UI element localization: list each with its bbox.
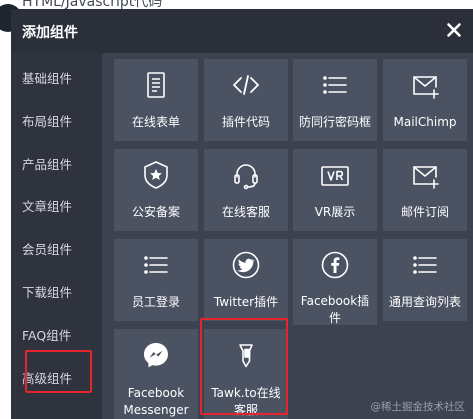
vr-icon <box>319 159 351 191</box>
widget-police-record[interactable]: 公安备案 <box>114 149 198 231</box>
watermark: @稀土掘金技术社区 <box>370 401 466 413</box>
widget-password-box[interactable]: 防同行密码框 <box>293 59 377 141</box>
widget-label: 通用查询列表 <box>388 295 461 309</box>
police-badge-icon <box>140 159 172 191</box>
headset-icon <box>230 159 262 191</box>
widget-label: VR展示 <box>314 205 356 219</box>
tawk-to-highlight <box>200 318 288 415</box>
widget-label: 插件代码 <box>221 115 270 129</box>
widget-label: Facebook Messenger <box>123 386 189 417</box>
widget-label: Twitter插件 <box>213 295 279 309</box>
close-icon <box>447 23 461 37</box>
widget-online-service[interactable]: 在线客服 <box>204 149 288 231</box>
widget-label: Facebook插件 <box>300 294 370 325</box>
dialog-title: 添加组件 <box>22 25 78 41</box>
widget-general-query-list[interactable]: 通用查询列表 <box>383 239 467 321</box>
sidebar-item-basic[interactable]: 基础组件 <box>11 59 102 99</box>
messenger-icon <box>140 339 172 371</box>
sidebar-item-article[interactable]: 文章组件 <box>11 187 102 227</box>
sidebar-item-download[interactable]: 下载组件 <box>11 273 102 313</box>
twitter-icon <box>230 249 262 281</box>
widget-label: 员工登录 <box>131 295 180 309</box>
widget-label: 在线客服 <box>221 205 270 219</box>
widget-facebook-plugin[interactable]: Facebook插件 <box>293 239 377 325</box>
widget-label: 公安备案 <box>131 205 180 219</box>
list-icon <box>409 249 441 281</box>
widget-online-form[interactable]: 在线表单 <box>114 59 198 141</box>
list-icon <box>319 69 351 101</box>
widget-label: 防同行密码框 <box>298 115 371 129</box>
widget-label: MailChimp <box>393 115 457 129</box>
sidebar-advanced-highlight <box>25 350 92 393</box>
mail-plus-icon <box>409 159 441 191</box>
widget-twitter-plugin[interactable]: Twitter插件 <box>204 239 288 321</box>
code-icon <box>230 69 262 101</box>
dialog-header: 添加组件 <box>11 9 473 53</box>
sidebar-item-product[interactable]: 产品组件 <box>11 145 102 185</box>
widget-plugin-code[interactable]: 插件代码 <box>204 59 288 141</box>
close-button[interactable] <box>441 17 467 43</box>
form-icon <box>140 69 172 101</box>
mail-plus-icon <box>409 69 441 101</box>
widget-facebook-messenger[interactable]: Facebook Messenger <box>114 329 198 419</box>
widget-label: 在线表单 <box>131 115 180 129</box>
widget-vr-display[interactable]: VR展示 <box>293 149 377 231</box>
sidebar-item-member[interactable]: 会员组件 <box>11 230 102 270</box>
widget-mailchimp[interactable]: MailChimp <box>383 59 467 141</box>
widget-staff-login[interactable]: 员工登录 <box>114 239 198 321</box>
facebook-icon <box>319 249 351 281</box>
widget-mail-subscribe[interactable]: 邮件订阅 <box>383 149 467 231</box>
sidebar-item-layout[interactable]: 布局组件 <box>11 102 102 142</box>
list-icon <box>140 249 172 281</box>
widget-label: 邮件订阅 <box>400 205 449 219</box>
